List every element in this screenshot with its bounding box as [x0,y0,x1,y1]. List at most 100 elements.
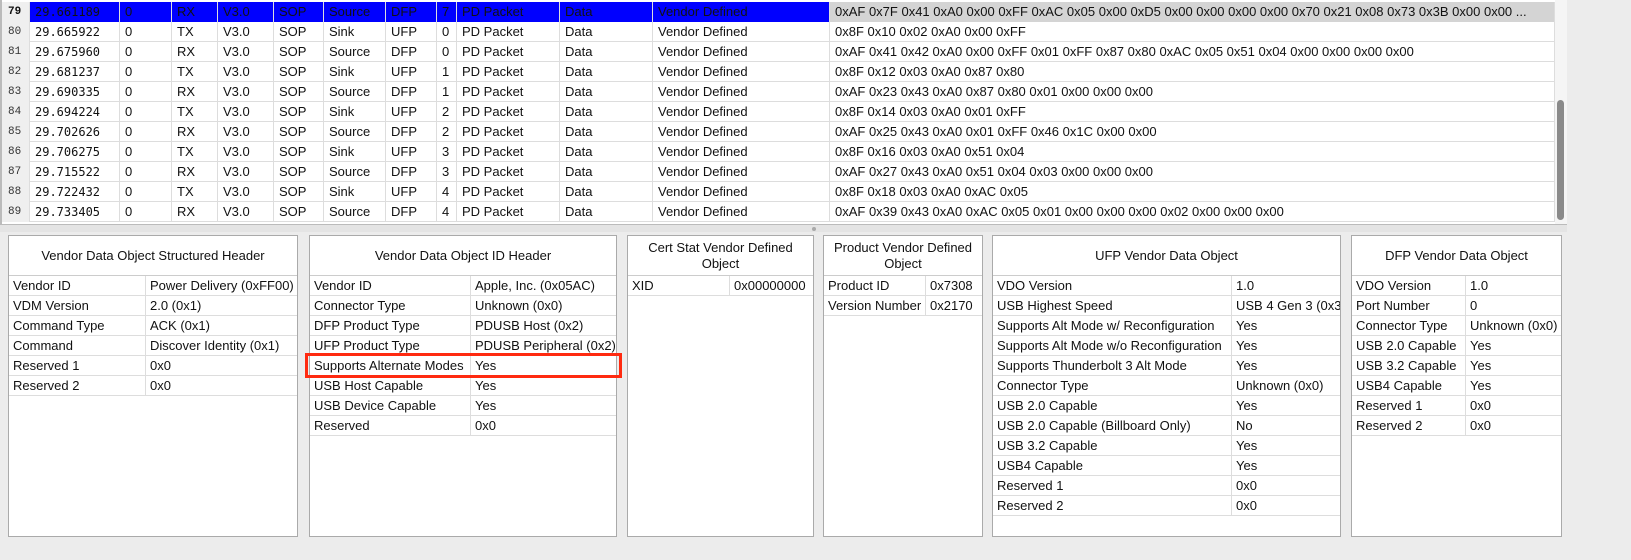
field-row[interactable]: Command Discover Identity (0x1) [9,336,297,356]
field-row[interactable]: Reserved 1 0x0 [993,476,1340,496]
direction-cell: RX [172,202,218,222]
direction-cell: TX [172,62,218,82]
field-row[interactable]: Command Type ACK (0x1) [9,316,297,336]
message-id-cell: 1 [437,82,457,102]
field-row[interactable]: Reserved 2 0x0 [993,496,1340,516]
packet-row[interactable]: 82 29.681237 0 TX V3.0 SOP Sink UFP 1 PD Packet Da… [2,62,1555,82]
field-row[interactable]: Connector Type Unknown (0x0) [310,296,616,316]
data-role-cell: DFP [386,2,437,22]
field-row[interactable]: Port Number 0 [1352,296,1561,316]
field-row[interactable]: XID 0x00000000 [628,276,813,296]
channel-cell: 0 [120,202,172,222]
field-label: Vendor ID [9,276,146,295]
field-row[interactable]: VDO Version 1.0 [1352,276,1561,296]
splitter-handle[interactable] [0,224,1567,232]
packet-row[interactable]: 83 29.690335 0 RX V3.0 SOP Source DFP 1 PD Packet… [2,82,1555,102]
field-row[interactable]: Product ID 0x7308 [824,276,982,296]
message-id-cell: 0 [437,22,457,42]
data-role-cell: UFP [386,102,437,122]
panel-ufp-vdo: UFP Vendor Data Object VDO Version 1.0 USB … [992,235,1341,537]
sop-type-cell: SOP [274,162,324,182]
field-row[interactable]: USB Host Capable Yes [310,376,616,396]
field-row[interactable]: VDO Version 1.0 [993,276,1340,296]
field-row[interactable]: USB 3.2 Capable Yes [1352,356,1561,376]
splitter-grip-icon [812,227,816,231]
row-number-cell: 83 [2,82,30,102]
packet-type-cell: PD Packet [457,2,560,22]
field-row[interactable]: USB 2.0 Capable Yes [993,396,1340,416]
field-row[interactable]: USB Highest Speed USB 4 Gen 3 (0x3) [993,296,1340,316]
packet-row[interactable]: 85 29.702626 0 RX V3.0 SOP Source DFP 2 PD Packet… [2,122,1555,142]
table-scrollbar[interactable] [1555,0,1567,224]
panel-title: DFP Vendor Data Object [1352,236,1561,276]
version-cell: V3.0 [218,22,274,42]
field-row[interactable]: Reserved 2 0x0 [9,376,297,396]
field-value: USB 4 Gen 3 (0x3) [1236,298,1340,313]
message-id-cell: 2 [437,122,457,142]
version-cell: V3.0 [218,42,274,62]
packet-row[interactable]: 86 29.706275 0 TX V3.0 SOP Sink UFP 3 PD Packet Da… [2,142,1555,162]
packet-table: 79 29.661189 0 RX V3.0 SOP Source DFP 7 PD Packet… [0,0,1555,224]
row-number-cell: 88 [2,182,30,202]
packet-row[interactable]: 79 29.661189 0 RX V3.0 SOP Source DFP 7 PD Packet… [2,2,1555,22]
raw-bytes-cell: 0xAF 0x23 0x43 0xA0 0x87 0x80 0x01 0x00 … [830,82,1555,102]
field-row[interactable]: Version Number 0x2170 [824,296,982,316]
data-role-cell: DFP [386,42,437,62]
field-row[interactable]: Connector Type Unknown (0x0) [1352,316,1561,336]
power-role-cell: Sink [324,22,386,42]
field-value: 0x0 [1470,398,1491,413]
raw-bytes-cell: 0xAF 0x27 0x43 0xA0 0x51 0x04 0x03 0x00 … [830,162,1555,182]
field-row[interactable]: Supports Alt Mode w/ Reconfiguration Yes [993,316,1340,336]
row-number-cell: 84 [2,102,30,122]
channel-cell: 0 [120,22,172,42]
message-class-cell: Data [560,42,653,62]
field-row[interactable]: Reserved 1 0x0 [9,356,297,376]
packet-row[interactable]: 89 29.733405 0 RX V3.0 SOP Source DFP 4 PD Packet… [2,202,1555,222]
field-row[interactable]: USB4 Capable Yes [993,456,1340,476]
data-role-cell: DFP [386,122,437,142]
channel-cell: 0 [120,182,172,202]
field-row[interactable]: VDM Version 2.0 (0x1) [9,296,297,316]
field-row[interactable]: Vendor ID Power Delivery (0xFF00) [9,276,297,296]
field-label: Reserved 2 [9,376,146,395]
field-row[interactable]: USB4 Capable Yes [1352,376,1561,396]
field-row[interactable]: Vendor ID Apple, Inc. (0x05AC) [310,276,616,296]
message-id-cell: 2 [437,102,457,122]
scrollbar-thumb[interactable] [1557,100,1564,220]
field-row[interactable]: Connector Type Unknown (0x0) [993,376,1340,396]
packet-row[interactable]: 81 29.675960 0 RX V3.0 SOP Source DFP 0 PD Packet… [2,42,1555,62]
data-role-cell: UFP [386,62,437,82]
field-row[interactable]: Reserved 1 0x0 [1352,396,1561,416]
field-row[interactable]: Supports Thunderbolt 3 Alt Mode Yes [993,356,1340,376]
field-value: Yes [1236,358,1258,373]
field-row[interactable]: Reserved 2 0x0 [1352,416,1561,436]
packet-row[interactable]: 87 29.715522 0 RX V3.0 SOP Source DFP 3 PD Packet… [2,162,1555,182]
packet-row[interactable]: 84 29.694224 0 TX V3.0 SOP Sink UFP 2 PD Packet Da… [2,102,1555,122]
field-value: Yes [1236,398,1258,413]
field-row[interactable]: DFP Product Type PDUSB Host (0x2) [310,316,616,336]
field-label: Connector Type [1352,316,1466,335]
field-row[interactable]: USB 2.0 Capable (Billboard Only) No [993,416,1340,436]
channel-cell: 0 [120,122,172,142]
message-type-cell: Vendor Defined [653,42,830,62]
field-value: Yes [1470,358,1492,373]
raw-bytes-cell: 0x8F 0x16 0x03 0xA0 0x51 0x04 [830,142,1555,162]
field-value: 0x0 [1236,478,1257,493]
field-value: No [1236,418,1253,433]
field-row[interactable]: USB 2.0 Capable Yes [1352,336,1561,356]
packet-row[interactable]: 88 29.722432 0 TX V3.0 SOP Sink UFP 4 PD Packet Da… [2,182,1555,202]
timestamp-cell: 29.690335 [30,82,120,102]
field-value: Yes [1236,438,1258,453]
message-id-cell: 1 [437,62,457,82]
field-value: Yes [475,398,497,413]
field-row[interactable]: Supports Alt Mode w/o Reconfiguration Yes [993,336,1340,356]
data-role-cell: UFP [386,142,437,162]
field-row[interactable]: USB Device Capable Yes [310,396,616,416]
field-label: Reserved 1 [9,356,146,375]
packet-row[interactable]: 80 29.665922 0 TX V3.0 SOP Sink UFP 0 PD Packet Da… [2,22,1555,42]
sop-type-cell: SOP [274,182,324,202]
field-row[interactable]: Reserved 0x0 [310,416,616,436]
timestamp-cell: 29.702626 [30,122,120,142]
field-label: Product ID [824,276,926,295]
field-row[interactable]: USB 3.2 Capable Yes [993,436,1340,456]
